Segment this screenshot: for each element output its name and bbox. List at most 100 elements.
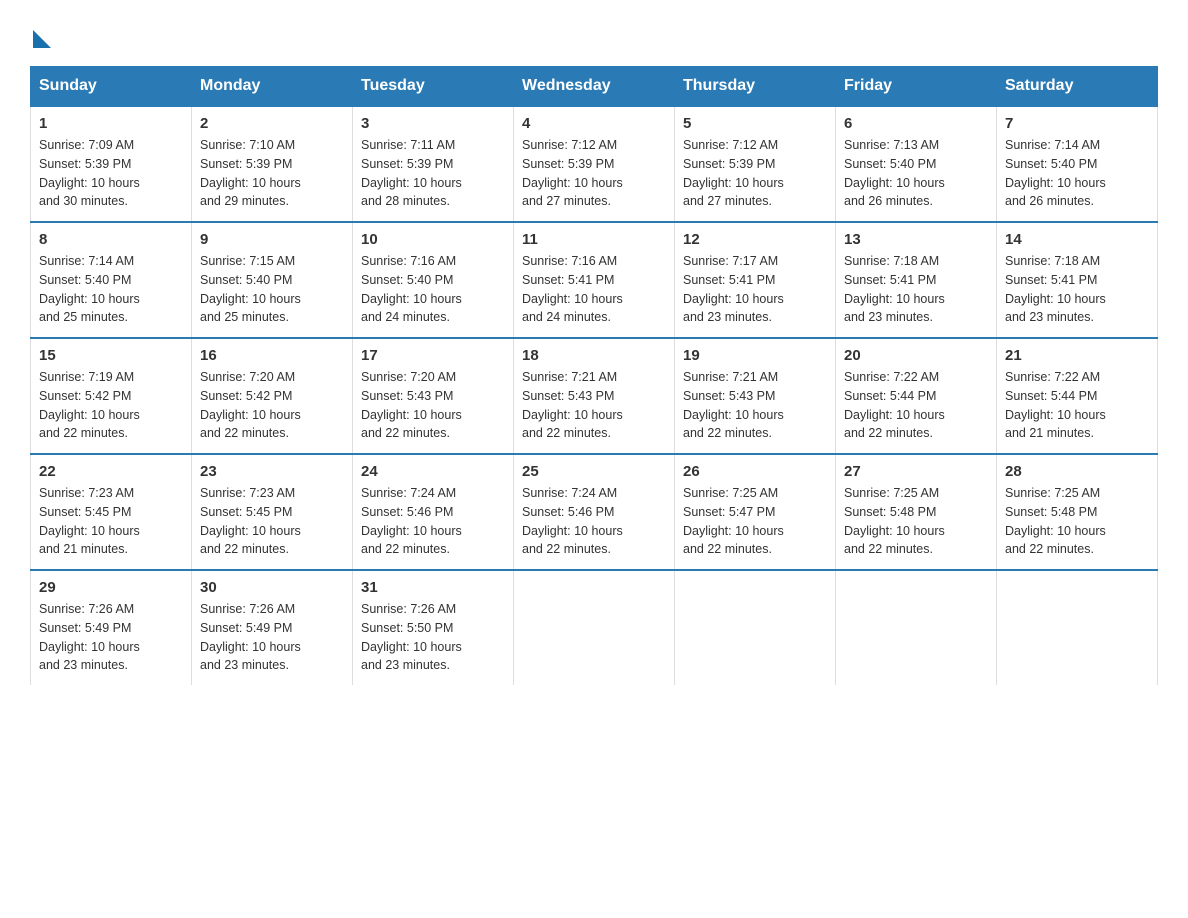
week-row-3: 15 Sunrise: 7:19 AMSunset: 5:42 PMDayligh… bbox=[31, 338, 1158, 454]
logo-triangle-icon bbox=[33, 30, 51, 48]
header-friday: Friday bbox=[836, 67, 997, 107]
calendar-cell: 14Sunrise: 7:18 AMSunset: 5:41 PMDayligh… bbox=[997, 222, 1158, 338]
day-info: Sunrise: 7:16 AMSunset: 5:40 PMDaylight:… bbox=[361, 252, 505, 327]
calendar-cell: 7 Sunrise: 7:14 AMSunset: 5:40 PMDaylight… bbox=[997, 106, 1158, 222]
day-info: Sunrise: 7:25 AMSunset: 5:47 PMDaylight:… bbox=[683, 484, 827, 559]
day-number: 4 bbox=[522, 115, 666, 132]
day-number: 21 bbox=[1005, 347, 1149, 364]
calendar-cell: 25Sunrise: 7:24 AMSunset: 5:46 PMDayligh… bbox=[514, 454, 675, 570]
calendar-cell: 30 Sunrise: 7:26 AMSunset: 5:49 PMDayligh… bbox=[192, 570, 353, 685]
day-number: 27 bbox=[844, 463, 988, 480]
calendar-cell: 19 Sunrise: 7:21 AMSunset: 5:43 PMDayligh… bbox=[675, 338, 836, 454]
calendar-cell: 10Sunrise: 7:16 AMSunset: 5:40 PMDayligh… bbox=[353, 222, 514, 338]
calendar-cell: 6 Sunrise: 7:13 AMSunset: 5:40 PMDaylight… bbox=[836, 106, 997, 222]
day-info: Sunrise: 7:13 AMSunset: 5:40 PMDaylight:… bbox=[844, 136, 988, 211]
calendar-cell: 17 Sunrise: 7:20 AMSunset: 5:43 PMDayligh… bbox=[353, 338, 514, 454]
day-number: 23 bbox=[200, 463, 344, 480]
calendar-cell: 20 Sunrise: 7:22 AMSunset: 5:44 PMDayligh… bbox=[836, 338, 997, 454]
calendar-body: 1 Sunrise: 7:09 AMSunset: 5:39 PMDaylight… bbox=[31, 106, 1158, 685]
calendar-cell: 2 Sunrise: 7:10 AMSunset: 5:39 PMDaylight… bbox=[192, 106, 353, 222]
day-info: Sunrise: 7:24 AMSunset: 5:46 PMDaylight:… bbox=[361, 484, 505, 559]
calendar-cell: 23 Sunrise: 7:23 AMSunset: 5:45 PMDayligh… bbox=[192, 454, 353, 570]
day-number: 28 bbox=[1005, 463, 1149, 480]
week-row-1: 1 Sunrise: 7:09 AMSunset: 5:39 PMDaylight… bbox=[31, 106, 1158, 222]
day-number: 17 bbox=[361, 347, 505, 364]
day-info: Sunrise: 7:15 AMSunset: 5:40 PMDaylight:… bbox=[200, 252, 344, 327]
day-info: Sunrise: 7:23 AMSunset: 5:45 PMDaylight:… bbox=[200, 484, 344, 559]
day-number: 20 bbox=[844, 347, 988, 364]
day-info: Sunrise: 7:19 AMSunset: 5:42 PMDaylight:… bbox=[39, 368, 183, 443]
header-thursday: Thursday bbox=[675, 67, 836, 107]
calendar-cell: 28Sunrise: 7:25 AMSunset: 5:48 PMDayligh… bbox=[997, 454, 1158, 570]
day-info: Sunrise: 7:22 AMSunset: 5:44 PMDaylight:… bbox=[1005, 368, 1149, 443]
day-info: Sunrise: 7:26 AMSunset: 5:49 PMDaylight:… bbox=[200, 600, 344, 675]
calendar-cell: 1 Sunrise: 7:09 AMSunset: 5:39 PMDaylight… bbox=[31, 106, 192, 222]
header-wednesday: Wednesday bbox=[514, 67, 675, 107]
calendar-cell: 24 Sunrise: 7:24 AMSunset: 5:46 PMDayligh… bbox=[353, 454, 514, 570]
day-info: Sunrise: 7:18 AMSunset: 5:41 PMDaylight:… bbox=[844, 252, 988, 327]
calendar-cell: 22 Sunrise: 7:23 AMSunset: 5:45 PMDayligh… bbox=[31, 454, 192, 570]
day-info: Sunrise: 7:21 AMSunset: 5:43 PMDaylight:… bbox=[683, 368, 827, 443]
day-info: Sunrise: 7:26 AMSunset: 5:49 PMDaylight:… bbox=[39, 600, 183, 675]
header bbox=[30, 20, 1158, 48]
week-row-5: 29 Sunrise: 7:26 AMSunset: 5:49 PMDayligh… bbox=[31, 570, 1158, 685]
calendar-cell bbox=[675, 570, 836, 685]
day-info: Sunrise: 7:24 AMSunset: 5:46 PMDaylight:… bbox=[522, 484, 666, 559]
day-number: 12 bbox=[683, 231, 827, 248]
calendar-cell: 3 Sunrise: 7:11 AMSunset: 5:39 PMDaylight… bbox=[353, 106, 514, 222]
day-number: 9 bbox=[200, 231, 344, 248]
day-info: Sunrise: 7:10 AMSunset: 5:39 PMDaylight:… bbox=[200, 136, 344, 211]
calendar-header: SundayMondayTuesdayWednesdayThursdayFrid… bbox=[31, 67, 1158, 107]
calendar-cell: 13 Sunrise: 7:18 AMSunset: 5:41 PMDayligh… bbox=[836, 222, 997, 338]
calendar-cell: 5 Sunrise: 7:12 AMSunset: 5:39 PMDaylight… bbox=[675, 106, 836, 222]
day-info: Sunrise: 7:20 AMSunset: 5:43 PMDaylight:… bbox=[361, 368, 505, 443]
day-info: Sunrise: 7:17 AMSunset: 5:41 PMDaylight:… bbox=[683, 252, 827, 327]
header-sunday: Sunday bbox=[31, 67, 192, 107]
header-tuesday: Tuesday bbox=[353, 67, 514, 107]
day-number: 15 bbox=[39, 347, 183, 364]
day-info: Sunrise: 7:14 AMSunset: 5:40 PMDaylight:… bbox=[39, 252, 183, 327]
day-number: 24 bbox=[361, 463, 505, 480]
day-info: Sunrise: 7:14 AMSunset: 5:40 PMDaylight:… bbox=[1005, 136, 1149, 211]
calendar-cell: 27 Sunrise: 7:25 AMSunset: 5:48 PMDayligh… bbox=[836, 454, 997, 570]
day-number: 31 bbox=[361, 579, 505, 596]
day-info: Sunrise: 7:26 AMSunset: 5:50 PMDaylight:… bbox=[361, 600, 505, 675]
calendar-cell: 12 Sunrise: 7:17 AMSunset: 5:41 PMDayligh… bbox=[675, 222, 836, 338]
calendar-cell bbox=[514, 570, 675, 685]
day-number: 1 bbox=[39, 115, 183, 132]
calendar-cell: 29 Sunrise: 7:26 AMSunset: 5:49 PMDayligh… bbox=[31, 570, 192, 685]
header-monday: Monday bbox=[192, 67, 353, 107]
day-number: 22 bbox=[39, 463, 183, 480]
day-info: Sunrise: 7:12 AMSunset: 5:39 PMDaylight:… bbox=[683, 136, 827, 211]
calendar-cell: 16Sunrise: 7:20 AMSunset: 5:42 PMDayligh… bbox=[192, 338, 353, 454]
day-number: 19 bbox=[683, 347, 827, 364]
day-info: Sunrise: 7:22 AMSunset: 5:44 PMDaylight:… bbox=[844, 368, 988, 443]
day-info: Sunrise: 7:21 AMSunset: 5:43 PMDaylight:… bbox=[522, 368, 666, 443]
day-number: 2 bbox=[200, 115, 344, 132]
day-number: 29 bbox=[39, 579, 183, 596]
calendar-table: SundayMondayTuesdayWednesdayThursdayFrid… bbox=[30, 66, 1158, 685]
day-info: Sunrise: 7:16 AMSunset: 5:41 PMDaylight:… bbox=[522, 252, 666, 327]
day-number: 7 bbox=[1005, 115, 1149, 132]
calendar-cell: 4Sunrise: 7:12 AMSunset: 5:39 PMDaylight… bbox=[514, 106, 675, 222]
calendar-cell: 18 Sunrise: 7:21 AMSunset: 5:43 PMDayligh… bbox=[514, 338, 675, 454]
calendar-cell: 15 Sunrise: 7:19 AMSunset: 5:42 PMDayligh… bbox=[31, 338, 192, 454]
day-info: Sunrise: 7:23 AMSunset: 5:45 PMDaylight:… bbox=[39, 484, 183, 559]
day-number: 13 bbox=[844, 231, 988, 248]
header-saturday: Saturday bbox=[997, 67, 1158, 107]
calendar-cell: 8 Sunrise: 7:14 AMSunset: 5:40 PMDaylight… bbox=[31, 222, 192, 338]
calendar-cell: 9 Sunrise: 7:15 AMSunset: 5:40 PMDaylight… bbox=[192, 222, 353, 338]
day-number: 3 bbox=[361, 115, 505, 132]
day-number: 30 bbox=[200, 579, 344, 596]
day-info: Sunrise: 7:18 AMSunset: 5:41 PMDaylight:… bbox=[1005, 252, 1149, 327]
day-number: 18 bbox=[522, 347, 666, 364]
calendar-cell: 26Sunrise: 7:25 AMSunset: 5:47 PMDayligh… bbox=[675, 454, 836, 570]
day-info: Sunrise: 7:25 AMSunset: 5:48 PMDaylight:… bbox=[844, 484, 988, 559]
day-number: 5 bbox=[683, 115, 827, 132]
day-info: Sunrise: 7:11 AMSunset: 5:39 PMDaylight:… bbox=[361, 136, 505, 211]
day-info: Sunrise: 7:09 AMSunset: 5:39 PMDaylight:… bbox=[39, 136, 183, 211]
calendar-cell bbox=[836, 570, 997, 685]
calendar-cell: 31 Sunrise: 7:26 AMSunset: 5:50 PMDayligh… bbox=[353, 570, 514, 685]
day-number: 6 bbox=[844, 115, 988, 132]
day-number: 8 bbox=[39, 231, 183, 248]
